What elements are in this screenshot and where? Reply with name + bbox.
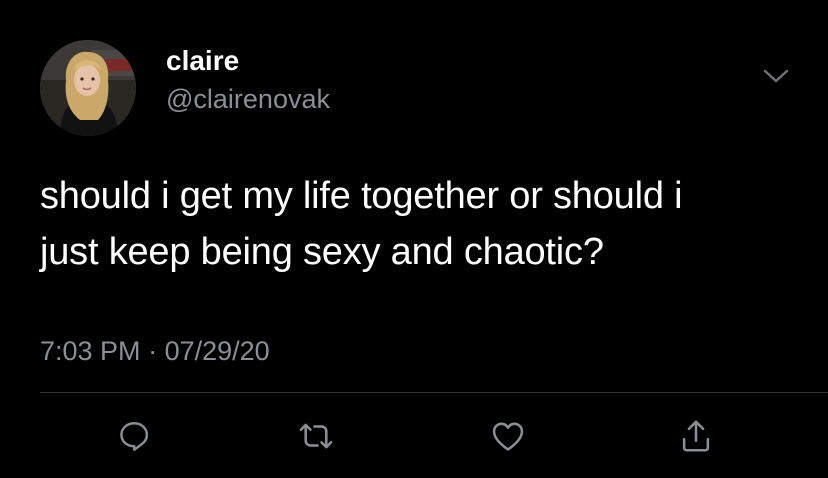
retweet-icon: [299, 423, 333, 449]
reply-button[interactable]: [112, 414, 156, 458]
share-icon: [682, 420, 710, 452]
timestamp-separator: ·: [148, 336, 158, 366]
tweet-text: should i get my life together or should …: [40, 168, 810, 280]
chevron-down-icon[interactable]: [762, 66, 790, 86]
tweet-text-line: just keep being sexy and chaotic?: [40, 231, 604, 273]
tweet-date: 07/29/20: [164, 336, 270, 366]
tweet-text-line: should i get my life together or should …: [40, 175, 683, 217]
timestamp[interactable]: 7:03 PM · 07/29/20: [40, 334, 270, 368]
user-handle[interactable]: @clairenovak: [166, 82, 330, 116]
display-name[interactable]: claire: [166, 44, 239, 78]
share-button[interactable]: [674, 414, 718, 458]
heart-icon: [492, 422, 524, 451]
avatar[interactable]: [40, 40, 136, 136]
tweet-time: 7:03 PM: [40, 336, 141, 366]
profile-photo-icon: [40, 40, 136, 136]
divider: [40, 392, 828, 393]
speech-bubble-icon: [120, 422, 149, 451]
retweet-button[interactable]: [294, 414, 338, 458]
like-button[interactable]: [486, 414, 530, 458]
tweet-card: claire @clairenovak should i get my life…: [0, 0, 828, 478]
